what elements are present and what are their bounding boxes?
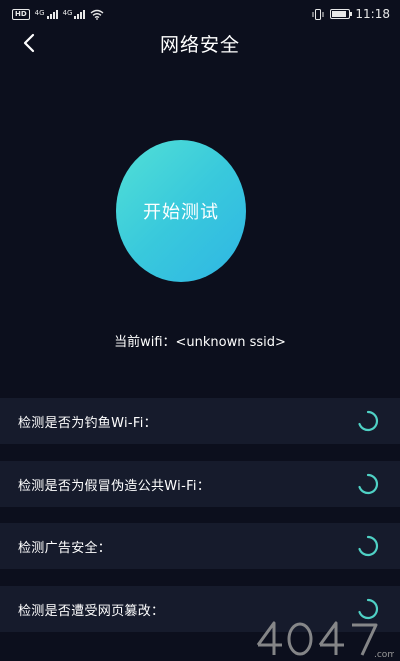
signal-icon-sim2: 4G <box>63 9 86 19</box>
status-bar-right: 11:18 <box>311 7 390 21</box>
header: 网络安全 <box>0 28 400 58</box>
sim1-network-tag: 4G <box>34 9 45 17</box>
svg-text:.com: .com <box>374 650 394 659</box>
loading-spinner-icon <box>358 410 379 432</box>
check-label: 检测是否为钓鱼Wi-Fi： <box>18 415 157 431</box>
battery-icon <box>330 9 353 19</box>
vibrate-icon <box>312 8 324 20</box>
hd-badge: HD <box>12 8 30 20</box>
check-label: 检测广告安全： <box>18 540 112 556</box>
sim2-network-tag: 4G <box>62 9 73 17</box>
status-bar: HD 4G 4G 11:18 <box>0 0 400 28</box>
check-item-ad-security: 检测广告安全： <box>0 523 400 569</box>
wifi-icon <box>91 9 104 20</box>
check-label: 检测是否遭受网页篡改： <box>18 603 165 619</box>
current-wifi-text: 当前wifi：<unknown ssid> <box>114 335 286 350</box>
start-test-label: 开始测试 <box>143 202 219 223</box>
loading-spinner-icon <box>358 473 379 495</box>
status-bar-left: HD 4G 4G <box>12 8 104 20</box>
check-item-phishing-wifi: 检测是否为钓鱼Wi-Fi： <box>0 398 400 444</box>
site-watermark-logo: .com <box>256 621 394 659</box>
page-title: 网络安全 <box>159 34 240 56</box>
check-item-fake-public-wifi: 检测是否为假冒伪造公共Wi-Fi： <box>0 461 400 507</box>
loading-spinner-icon <box>358 535 379 557</box>
signal-icon-sim1: 4G <box>35 9 58 19</box>
check-label: 检测是否为假冒伪造公共Wi-Fi： <box>18 478 211 494</box>
screen: HD 4G 4G 11:18 网络安全 开始测试 当前wifi：<unknown… <box>0 0 400 661</box>
status-time: 11:18 <box>355 7 390 21</box>
start-test-button[interactable]: 开始测试 <box>116 140 246 282</box>
battery-level <box>332 11 346 17</box>
